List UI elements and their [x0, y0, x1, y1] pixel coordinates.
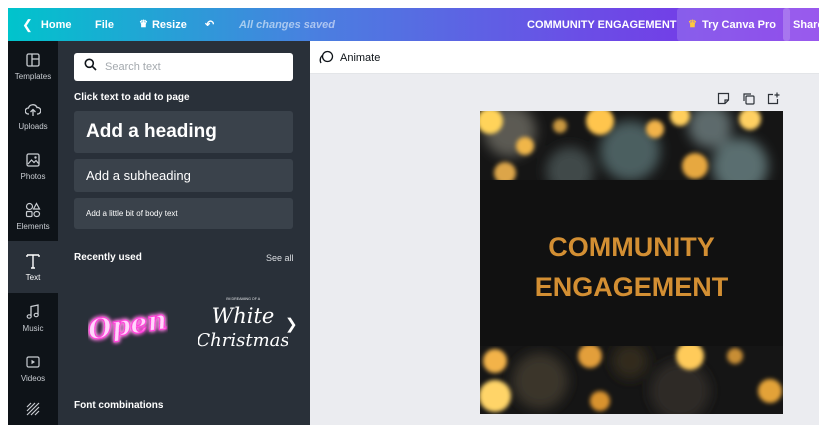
rail-item-photos[interactable]: Photos: [8, 141, 58, 191]
font-combinations-heading: Font combinations: [74, 400, 164, 411]
text-icon: [24, 252, 42, 270]
search-box[interactable]: [74, 53, 293, 81]
elements-icon: [24, 201, 42, 219]
background-icon: [24, 400, 42, 418]
see-all-link[interactable]: See all: [266, 253, 294, 263]
upload-icon: [24, 101, 42, 119]
recently-used-heading: Recently used: [74, 252, 142, 263]
search-input[interactable]: [105, 61, 285, 73]
resize-button[interactable]: ♛ Resize: [139, 8, 187, 41]
add-page-icon[interactable]: [766, 91, 780, 105]
add-body-text-button[interactable]: Add a little bit of body text: [74, 198, 293, 229]
photos-icon: [24, 151, 42, 169]
save-status: All changes saved: [239, 18, 335, 31]
home-label: Home: [40, 18, 72, 31]
design-title-line-2: ENGAGEMENT: [534, 272, 729, 302]
file-menu-button[interactable]: File: [95, 8, 114, 41]
share-button[interactable]: Share: [783, 8, 819, 41]
templates-icon: [24, 51, 42, 69]
rail-item-background[interactable]: [8, 393, 58, 425]
rail-label: Music: [22, 324, 44, 333]
animate-button[interactable]: Animate: [319, 41, 380, 74]
videos-icon: [24, 353, 42, 371]
rail-item-elements[interactable]: Elements: [8, 191, 58, 241]
rail-label: Videos: [20, 374, 46, 383]
animate-icon: [319, 50, 334, 65]
music-icon: [24, 303, 42, 321]
chevron-right-icon[interactable]: ❯: [285, 315, 298, 333]
home-button[interactable]: ❮ Home: [22, 8, 71, 41]
xmas-small-text: I'M DREAMING OF A: [226, 297, 261, 301]
editor-toolbar: Animate: [310, 41, 819, 74]
resize-label: Resize: [151, 18, 187, 31]
undo-icon: ↶: [205, 19, 215, 31]
click-hint: Click text to add to page: [74, 92, 190, 103]
document-title[interactable]: COMMUNITY ENGAGEMENT: [527, 8, 677, 41]
text-panel: Click text to add to page Add a heading …: [58, 41, 310, 425]
rail-label: Text: [25, 273, 41, 282]
rail-item-music[interactable]: Music: [8, 293, 58, 343]
crown-icon: ♛: [688, 19, 697, 30]
rail-item-text[interactable]: Text: [8, 241, 58, 293]
design-title-line-1: COMMUNITY: [548, 232, 715, 262]
chevron-left-icon: ❮: [22, 16, 33, 32]
xmas-line-2: Christmas: [198, 330, 288, 351]
animate-label: Animate: [340, 51, 381, 64]
undo-button[interactable]: ↶: [205, 8, 214, 41]
top-bar: ❮ Home File ♛ Resize ↶ All changes saved…: [8, 8, 819, 41]
duplicate-page-icon[interactable]: [741, 91, 755, 105]
side-rail: Templates Uploads Photos Elements Text M…: [8, 41, 58, 425]
try-canva-pro-button[interactable]: ♛ Try Canva Pro: [677, 8, 790, 41]
rail-label: Uploads: [18, 122, 48, 131]
design-title[interactable]: COMMUNITY ENGAGEMENT: [480, 227, 783, 307]
design-page[interactable]: COMMUNITY ENGAGEMENT: [480, 111, 783, 414]
recent-text-open[interactable]: Open: [86, 289, 170, 361]
rail-label: Photos: [20, 172, 46, 181]
add-subheading-button[interactable]: Add a subheading: [74, 159, 293, 192]
pro-label: Try Canva Pro: [701, 18, 776, 31]
rail-label: Elements: [16, 222, 50, 231]
rail-label: Templates: [14, 72, 52, 81]
notes-icon[interactable]: [716, 91, 730, 105]
crown-icon: ♛: [139, 19, 148, 30]
rail-item-videos[interactable]: Videos: [8, 343, 58, 393]
add-heading-button[interactable]: Add a heading: [74, 111, 293, 153]
neon-open-text: Open: [88, 305, 168, 347]
xmas-line-1: White: [212, 304, 275, 328]
rail-item-templates[interactable]: Templates: [8, 41, 58, 91]
search-icon: [84, 58, 97, 76]
rail-item-uploads[interactable]: Uploads: [8, 91, 58, 141]
recent-text-white-christmas[interactable]: I'M DREAMING OF A White Christmas: [196, 289, 289, 361]
page-tools: [716, 91, 780, 105]
